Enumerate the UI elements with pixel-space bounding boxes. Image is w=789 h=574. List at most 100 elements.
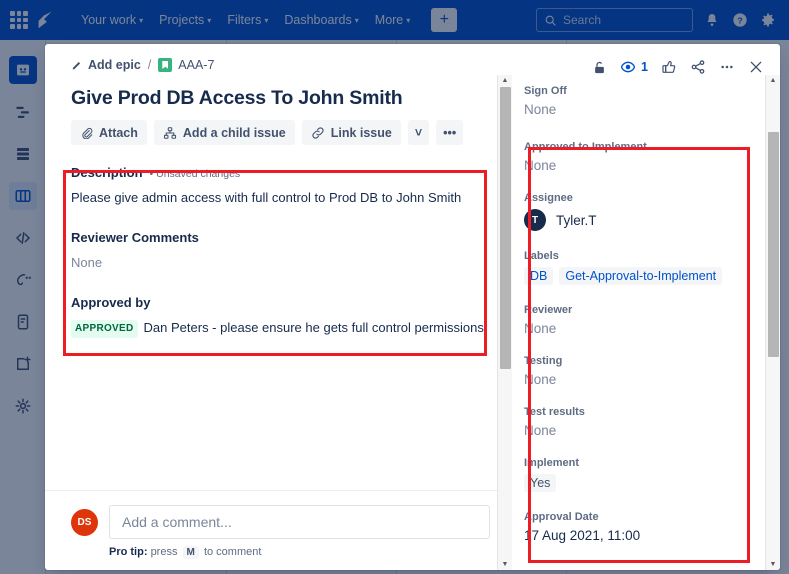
unlock-icon[interactable] xyxy=(592,60,607,75)
share-icon[interactable] xyxy=(690,59,706,75)
scrollbar-thumb[interactable] xyxy=(500,87,511,369)
attach-paperclip-icon xyxy=(82,127,93,139)
main-scrollbar[interactable]: ▲ ▼ xyxy=(497,75,512,570)
approved-by-section: Approved by APPROVED Dan Peters - please … xyxy=(71,295,490,339)
breadcrumb-issue-key-label: AAA-7 xyxy=(178,58,215,72)
field-label: Assignee xyxy=(524,192,573,204)
field-value[interactable]: None xyxy=(524,158,760,173)
issue-details-scroll: Sign Off None Approved to Implement None… xyxy=(512,75,780,570)
add-child-issue-button-label: Add a child issue xyxy=(182,125,286,140)
field-label: Testing xyxy=(524,355,563,367)
chevron-down-icon: ˅ xyxy=(414,125,423,140)
pro-tip-mid: press xyxy=(150,546,178,558)
reviewer-comments-section: Reviewer Comments None xyxy=(71,230,490,273)
approved-by-body[interactable]: APPROVED Dan Peters - please ensure he ge… xyxy=(71,319,490,339)
field-labels: Labels DB Get-Approval-to-Implement xyxy=(524,250,760,285)
avatar[interactable]: DS xyxy=(71,508,98,536)
field-label: Reviewer xyxy=(524,304,573,316)
watch-count: 1 xyxy=(641,60,648,74)
pro-tip-key: M xyxy=(182,546,199,559)
pro-tip-suffix: to comment xyxy=(203,546,262,558)
link-issue-button-label: Link issue xyxy=(330,125,392,140)
field-label: Sign Off xyxy=(524,85,567,97)
breadcrumb-issue-key[interactable]: AAA-7 xyxy=(158,58,214,72)
field-testing: Testing None xyxy=(524,355,760,387)
issue-action-buttons: Attach Add a child issue Link issue ˅ ••… xyxy=(71,120,490,145)
field-value[interactable]: 17 Aug 2021, 11:00 xyxy=(524,528,760,543)
comment-row: DS Add a comment... xyxy=(71,505,490,539)
link-chain-icon xyxy=(312,126,324,139)
field-implement: Implement Yes xyxy=(524,457,760,492)
field-label: Approved to Implement xyxy=(524,141,647,153)
description-heading: Description • Unsaved changes xyxy=(71,165,490,180)
more-options-chevron-button[interactable]: ˅ xyxy=(407,120,430,145)
description-section: Description • Unsaved changes Please giv… xyxy=(71,165,490,208)
scroll-down-arrow-icon[interactable]: ▼ xyxy=(502,561,509,568)
comment-input[interactable]: Add a comment... xyxy=(109,505,490,539)
pro-tip-prefix: Pro tip: xyxy=(109,546,148,558)
add-child-issue-button[interactable]: Add a child issue xyxy=(153,120,295,145)
watch-control[interactable]: 1 xyxy=(620,59,648,75)
page-title: Give Prod DB Access To John Smith xyxy=(71,87,403,109)
assignee-name: Tyler.T xyxy=(556,212,597,228)
labels-value[interactable]: DB Get-Approval-to-Implement xyxy=(524,267,760,285)
modal-body: Give Prod DB Access To John Smith Attach… xyxy=(45,75,780,570)
label-chip-db[interactable]: DB xyxy=(524,267,554,285)
scroll-up-arrow-icon[interactable]: ▲ xyxy=(502,77,509,84)
scroll-up-arrow-icon[interactable]: ▲ xyxy=(770,77,777,84)
field-reviewer: Reviewer None xyxy=(524,304,760,336)
avatar: T xyxy=(524,209,546,231)
attach-button[interactable]: Attach xyxy=(71,120,147,145)
field-approval-date: Approval Date 17 Aug 2021, 11:00 xyxy=(524,511,760,543)
field-test-results: Test results None xyxy=(524,406,760,438)
attach-button-label: Attach xyxy=(99,125,138,140)
field-approved-to-implement: Approved to Implement None xyxy=(524,141,760,173)
breadcrumb-add-epic[interactable]: Add epic xyxy=(71,58,141,72)
approved-by-label: Approved by xyxy=(71,294,151,310)
issue-main-column: Give Prod DB Access To John Smith Attach… xyxy=(45,75,512,570)
app-root: Your work ▾ Projects ▾ Filters ▾ Dashboa… xyxy=(0,0,789,574)
add-comment-area: DS Add a comment... Pro tip: press M to … xyxy=(45,490,512,570)
label-chip-get-approval[interactable]: Get-Approval-to-Implement xyxy=(559,267,723,285)
story-type-icon xyxy=(158,58,173,72)
field-label: Implement xyxy=(524,457,580,469)
status-badge: APPROVED xyxy=(71,319,138,339)
implement-chip: Yes xyxy=(524,474,557,492)
description-body[interactable]: Please give admin access with full contr… xyxy=(71,189,490,208)
unsaved-changes-badge: • Unsaved changes xyxy=(149,168,241,180)
field-label: Approval Date xyxy=(524,511,599,523)
assignee-value[interactable]: T Tyler.T xyxy=(524,209,760,231)
breadcrumb: Add epic / AAA-7 xyxy=(71,58,214,72)
description-label: Description xyxy=(71,165,143,180)
modal-header: Add epic / AAA-7 1 xyxy=(45,44,780,75)
field-sign-off: Sign Off None xyxy=(524,85,760,117)
field-value[interactable]: None xyxy=(524,372,760,387)
approved-by-heading: Approved by xyxy=(71,295,490,310)
modal-header-actions: 1 xyxy=(592,58,764,75)
reviewer-comments-body[interactable]: None xyxy=(71,254,490,273)
link-issue-button[interactable]: Link issue xyxy=(301,120,401,145)
issue-detail-modal: Add epic / AAA-7 1 Give Prod DB Access T… xyxy=(45,44,780,570)
reviewer-comments-heading: Reviewer Comments xyxy=(71,230,490,245)
close-icon[interactable] xyxy=(748,59,764,75)
reviewer-comments-label: Reviewer Comments xyxy=(71,229,199,245)
field-value-wrap[interactable]: Yes xyxy=(524,474,760,492)
field-value[interactable]: None xyxy=(524,423,760,438)
child-issue-icon xyxy=(163,126,176,139)
watch-eye-icon xyxy=(620,59,636,75)
issue-details-column: Sign Off None Approved to Implement None… xyxy=(512,75,780,570)
field-label: Test results xyxy=(524,406,585,418)
more-actions-button[interactable]: ••• xyxy=(436,120,464,145)
breadcrumb-add-epic-label: Add epic xyxy=(88,58,141,72)
approved-by-text: Dan Peters - please ensure he gets full … xyxy=(143,319,484,335)
pro-tip-hint: Pro tip: press M to comment xyxy=(109,546,490,559)
scrollbar-thumb[interactable] xyxy=(768,132,779,357)
edit-pencil-icon xyxy=(72,62,81,70)
field-value[interactable]: None xyxy=(524,102,760,117)
details-scrollbar[interactable]: ▲ ▼ xyxy=(765,75,780,570)
field-value[interactable]: None xyxy=(524,321,760,336)
more-actions-icon[interactable] xyxy=(719,59,735,75)
like-thumbs-up-icon[interactable] xyxy=(661,59,677,75)
scroll-down-arrow-icon[interactable]: ▼ xyxy=(770,561,777,568)
issue-main-scroll: Give Prod DB Access To John Smith Attach… xyxy=(45,75,512,490)
